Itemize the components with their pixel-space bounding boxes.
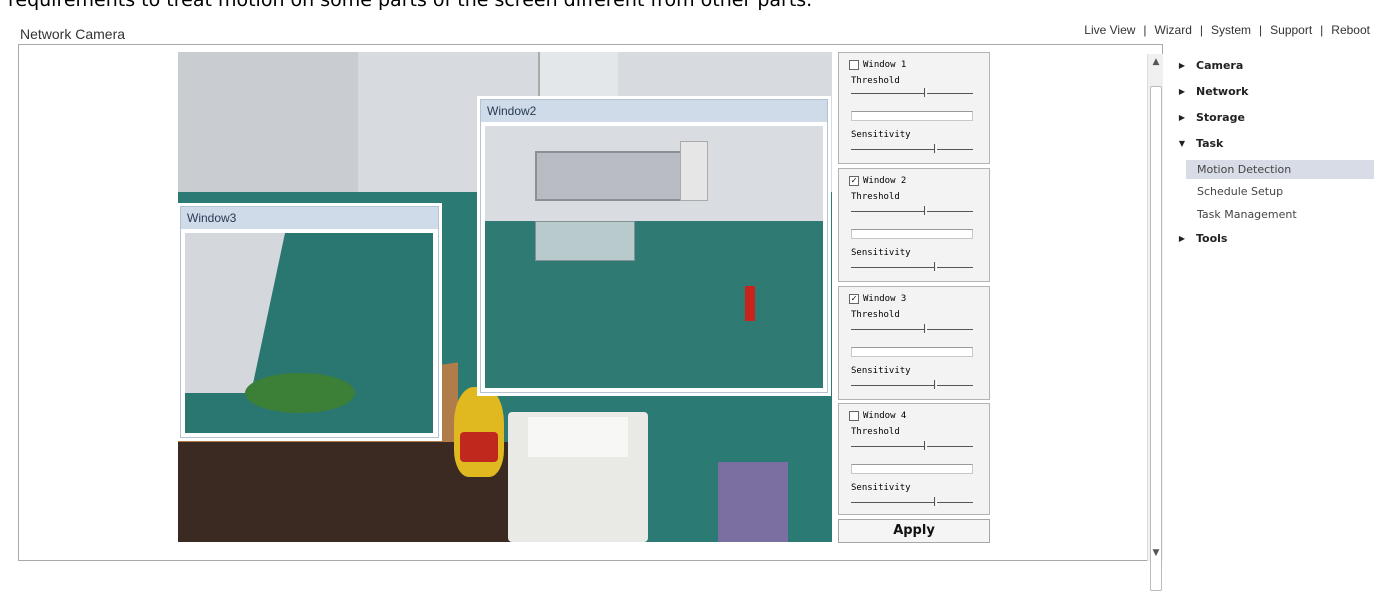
video-scene-table	[535, 221, 635, 261]
menu-item-task[interactable]: ▼ Task	[1168, 137, 1223, 150]
window-3-threshold-slider[interactable]	[851, 324, 973, 333]
window-2-checkbox[interactable]: ✓	[849, 176, 859, 186]
video-scene-water-cooler	[680, 141, 708, 201]
window-4-threshold-slider[interactable]	[851, 441, 973, 450]
window-settings-panel: ✓ Window 3 Threshold Sensitivity	[838, 286, 990, 400]
window-settings-panel: Window 1 Threshold Sensitivity	[838, 52, 990, 164]
window-2-sensitivity-slider[interactable]	[851, 262, 973, 271]
detection-window-view	[485, 126, 823, 388]
window-3-label: Window 3	[863, 294, 907, 304]
menu-item-storage[interactable]: ▶ Storage	[1168, 111, 1245, 124]
window-4-checkbox[interactable]	[849, 411, 859, 421]
window-2-label: Window 2	[863, 176, 907, 186]
scroll-down-arrow-icon[interactable]: ▼	[1148, 545, 1164, 561]
slider-knob[interactable]	[934, 380, 937, 389]
slider-knob[interactable]	[934, 262, 937, 271]
scroll-up-arrow-icon[interactable]: ▲	[1148, 54, 1164, 70]
window-2-motion-level-bar	[851, 229, 973, 239]
slider-knob[interactable]	[934, 497, 937, 506]
menu-item-label: Task	[1196, 137, 1224, 150]
slider-knob[interactable]	[924, 206, 927, 215]
nav-wizard[interactable]: Wizard	[1155, 23, 1192, 37]
nav-live-view[interactable]: Live View	[1084, 23, 1135, 37]
window-1-threshold-slider[interactable]	[851, 88, 973, 97]
video-scene-printer-top	[528, 417, 628, 457]
window-1-checkbox[interactable]	[849, 60, 859, 70]
vertical-scrollbar[interactable]: ▲ ▼	[1147, 54, 1164, 591]
detection-window-title[interactable]: Window3	[181, 207, 438, 229]
window-4-motion-level-bar	[851, 464, 973, 474]
window-1-label: Window 1	[863, 60, 907, 70]
document-caption: requirements to treat motion on some par…	[8, 0, 813, 11]
slider-knob[interactable]	[934, 144, 937, 153]
apply-button[interactable]: Apply	[838, 519, 990, 543]
app-title: Network Camera	[20, 26, 126, 42]
slider-knob[interactable]	[924, 441, 927, 450]
window-2-threshold-slider[interactable]	[851, 206, 973, 215]
window-settings-panel: Window 4 Threshold Sensitivity	[838, 403, 990, 515]
video-scene-wall	[185, 233, 285, 393]
window-4-sensitivity-slider[interactable]	[851, 497, 973, 506]
menu-item-tools[interactable]: ▶ Tools	[1168, 232, 1228, 245]
nav-system[interactable]: System	[1211, 23, 1251, 37]
window-3-sensitivity-slider[interactable]	[851, 380, 973, 389]
nav-separator: |	[1320, 23, 1324, 37]
window-3-checkbox[interactable]: ✓	[849, 294, 859, 304]
submenu-item-motion-detection[interactable]: Motion Detection	[1186, 160, 1374, 179]
menu-item-label: Camera	[1196, 59, 1244, 72]
expand-arrow-icon: ▶	[1178, 113, 1186, 122]
submenu-item-schedule-setup[interactable]: Schedule Setup	[1186, 182, 1374, 201]
video-scene-plant	[245, 373, 355, 413]
window-1-sensitivity-slider[interactable]	[851, 144, 973, 153]
menu-item-label: Storage	[1196, 111, 1245, 124]
detection-window-view	[185, 233, 433, 433]
window-1-motion-level-bar	[851, 111, 973, 121]
video-scene-lucky-cat-bib	[460, 432, 498, 462]
sensitivity-label: Sensitivity	[851, 483, 911, 493]
threshold-label: Threshold	[851, 427, 900, 437]
submenu-item-task-management[interactable]: Task Management	[1186, 205, 1374, 224]
video-scene-extinguisher	[745, 286, 755, 321]
menu-item-label: Network	[1196, 85, 1249, 98]
nav-support[interactable]: Support	[1270, 23, 1312, 37]
slider-knob[interactable]	[924, 88, 927, 97]
collapse-arrow-icon: ▼	[1178, 139, 1186, 148]
nav-separator: |	[1259, 23, 1263, 37]
slider-knob[interactable]	[924, 324, 927, 333]
expand-arrow-icon: ▶	[1178, 61, 1186, 70]
nav-reboot[interactable]: Reboot	[1331, 23, 1370, 37]
menu-item-label: Tools	[1196, 232, 1228, 245]
threshold-label: Threshold	[851, 310, 900, 320]
window-4-label: Window 4	[863, 411, 907, 421]
window-settings-panel: ✓ Window 2 Threshold Sensitivity	[838, 168, 990, 282]
expand-arrow-icon: ▶	[1178, 87, 1186, 96]
expand-arrow-icon: ▶	[1178, 234, 1186, 243]
sensitivity-label: Sensitivity	[851, 130, 911, 140]
threshold-label: Threshold	[851, 76, 900, 86]
sensitivity-label: Sensitivity	[851, 366, 911, 376]
top-navigation: Live View | Wizard | System | Support | …	[1084, 23, 1370, 37]
detection-window-2[interactable]: Window2	[480, 99, 828, 393]
window-3-motion-level-bar	[851, 347, 973, 357]
detection-window-3[interactable]: Window3	[180, 206, 439, 438]
video-scene-boxes	[718, 462, 788, 542]
threshold-label: Threshold	[851, 192, 900, 202]
menu-item-network[interactable]: ▶ Network	[1168, 85, 1248, 98]
menu-item-camera[interactable]: ▶ Camera	[1168, 59, 1243, 72]
scrollbar-thumb[interactable]	[1150, 86, 1162, 591]
detection-window-title[interactable]: Window2	[481, 100, 827, 122]
sensitivity-label: Sensitivity	[851, 248, 911, 258]
nav-separator: |	[1143, 23, 1147, 37]
nav-separator: |	[1199, 23, 1203, 37]
video-scene-chairs	[535, 151, 685, 201]
